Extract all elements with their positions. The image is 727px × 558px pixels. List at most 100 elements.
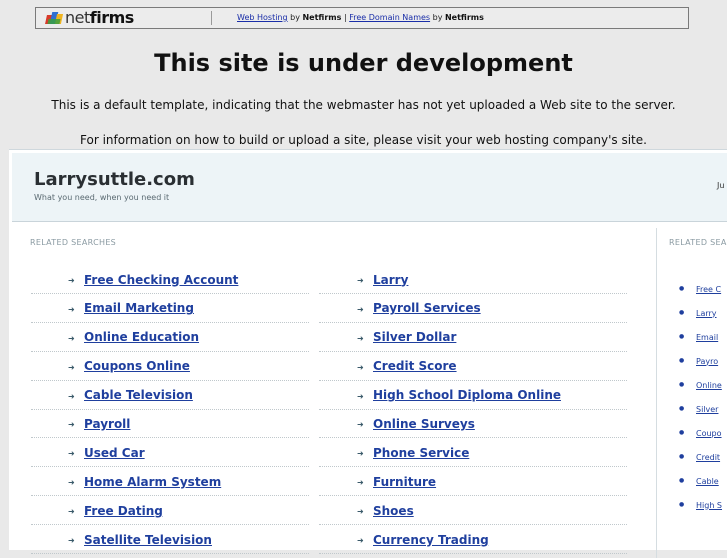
right-arrow-icon: ➜ <box>68 507 75 517</box>
list-item: ➜ Cable Television <box>31 382 309 410</box>
list-item: ➜ Free Checking Account <box>31 266 309 294</box>
right-arrow-icon: ➜ <box>68 276 75 285</box>
related-search-link[interactable]: Larry <box>373 273 408 287</box>
related-links-left: ➜ Free Checking Account ➜ Email Marketing ➜ O… <box>31 266 309 555</box>
list-item: ● Online <box>679 373 727 397</box>
list-item: ➜ Credit Score <box>319 353 627 381</box>
right-arrow-icon: ➜ <box>357 362 364 372</box>
banner-links: Web Hosting by Netfirms | Free Domain Na… <box>237 11 484 25</box>
list-item: ➜ Free Dating <box>31 497 309 526</box>
side-search-link[interactable]: Silver <box>696 405 718 414</box>
site-tagline: What you need, when you need it <box>34 193 170 202</box>
side-search-link[interactable]: Free C <box>696 285 721 294</box>
bullet-icon: ● <box>679 381 685 388</box>
list-item: ● Silver <box>679 397 727 421</box>
related-search-link[interactable]: Email Marketing <box>84 301 194 315</box>
related-search-link[interactable]: Phone Service <box>373 446 469 460</box>
related-search-link[interactable]: Cable Television <box>84 388 193 402</box>
list-item: ➜ Furniture <box>319 468 627 497</box>
banner-brand: Netfirms <box>302 13 342 22</box>
netfirms-logo-text: netfirms <box>65 9 134 27</box>
list-item: ➜ Payroll Services <box>319 295 627 323</box>
side-search-link[interactable]: Larry <box>696 309 717 318</box>
list-item: ➜ Online Education <box>31 324 309 352</box>
list-item: ● Payro <box>679 349 727 373</box>
right-arrow-icon: ➜ <box>357 391 364 401</box>
list-item: ➜ Payroll <box>31 410 309 439</box>
related-search-link[interactable]: Credit Score <box>373 359 457 373</box>
side-search-link[interactable]: Online <box>696 381 722 390</box>
related-search-link[interactable]: Free Checking Account <box>84 273 238 287</box>
banner-by-text: by <box>290 13 300 22</box>
list-item: ➜ Silver Dollar <box>319 324 627 352</box>
list-item: ➜ Phone Service <box>319 439 627 468</box>
related-search-link[interactable]: Free Dating <box>84 504 163 518</box>
right-arrow-icon: ➜ <box>357 449 364 459</box>
related-search-link[interactable]: Online Surveys <box>373 417 475 431</box>
side-search-link[interactable]: High S <box>696 501 722 510</box>
side-search-link[interactable]: Payro <box>696 357 718 366</box>
bullet-icon: ● <box>679 309 685 316</box>
list-item: ➜ Used Car <box>31 439 309 468</box>
parked-site-frame: Larrysuttle.com What you need, when you … <box>9 149 727 558</box>
bullet-icon: ● <box>679 405 685 412</box>
list-item: ➜ Coupons Online <box>31 353 309 381</box>
netfirms-logo-icon <box>45 11 64 25</box>
right-arrow-icon: ➜ <box>68 478 75 488</box>
related-searches-heading: RELATED SEARCHES <box>30 238 117 247</box>
bullet-icon: ● <box>679 453 685 460</box>
right-arrow-icon: ➜ <box>357 420 364 430</box>
right-arrow-icon: ➜ <box>357 304 364 314</box>
list-item: ● Larry <box>679 301 727 325</box>
bullet-icon: ● <box>679 333 685 340</box>
list-item: ➜ Currency Trading <box>319 526 627 555</box>
related-search-link[interactable]: Used Car <box>84 446 145 460</box>
related-search-link[interactable]: Online Education <box>84 330 199 344</box>
site-title[interactable]: Larrysuttle.com <box>34 169 195 191</box>
bullet-icon: ● <box>679 357 685 364</box>
side-search-link[interactable]: Email <box>696 333 718 342</box>
related-search-link[interactable]: Coupons Online <box>84 359 190 373</box>
notice-info: For information on how to build or uploa… <box>80 133 647 147</box>
notice-default-template: This is a default template, indicating t… <box>51 98 676 112</box>
side-search-link[interactable]: Credit <box>696 453 720 462</box>
list-item: ➜ High School Diploma Online <box>319 382 627 410</box>
right-arrow-icon: ➜ <box>357 276 364 285</box>
bullet-icon: ● <box>679 285 685 292</box>
list-item: ➜ Home Alarm System <box>31 468 309 497</box>
free-domain-names-link[interactable]: Free Domain Names <box>349 13 430 22</box>
right-arrow-icon: ➜ <box>68 333 75 343</box>
site-date: Ju <box>717 181 725 190</box>
banner-divider <box>211 11 212 25</box>
list-item: ● Email <box>679 325 727 349</box>
related-search-link[interactable]: Currency Trading <box>373 533 489 547</box>
related-search-link[interactable]: Payroll Services <box>373 301 481 315</box>
related-search-link[interactable]: Payroll <box>84 417 130 431</box>
banner-by-text: by <box>432 13 443 22</box>
related-links-side: ● Free C ● Larry ● Email ● Payro ● Online ● Silver ●… <box>679 277 727 517</box>
column-divider <box>656 228 657 558</box>
related-links-middle: ➜ Larry ➜ Payroll Services ➜ Silver Dollar ➜ Cr… <box>319 266 627 555</box>
bullet-icon: ● <box>679 477 685 484</box>
right-arrow-icon: ➜ <box>68 304 75 314</box>
related-search-link[interactable]: Satellite Television <box>84 533 212 547</box>
related-search-link[interactable]: High School Diploma Online <box>373 388 561 402</box>
side-search-link[interactable]: Coupo <box>696 429 722 438</box>
netfirms-logo[interactable]: netfirms <box>45 9 134 27</box>
banner-brand: Netfirms <box>444 13 484 22</box>
list-item: ➜ Online Surveys <box>319 410 627 439</box>
list-item: ● Cable <box>679 469 727 493</box>
banner-separator: | <box>343 13 347 22</box>
related-search-link[interactable]: Furniture <box>373 475 436 489</box>
side-search-link[interactable]: Cable <box>696 477 719 486</box>
related-search-link[interactable]: Silver Dollar <box>373 330 456 344</box>
related-search-link[interactable]: Home Alarm System <box>84 475 221 489</box>
right-arrow-icon: ➜ <box>357 478 364 488</box>
web-hosting-link[interactable]: Web Hosting <box>237 13 288 22</box>
bullet-icon: ● <box>679 501 685 508</box>
list-item: ➜ Satellite Television <box>31 526 309 555</box>
logo-text-light: net <box>65 8 90 27</box>
related-search-link[interactable]: Shoes <box>373 504 414 518</box>
list-item: ● Credit <box>679 445 727 469</box>
right-arrow-icon: ➜ <box>68 391 75 401</box>
